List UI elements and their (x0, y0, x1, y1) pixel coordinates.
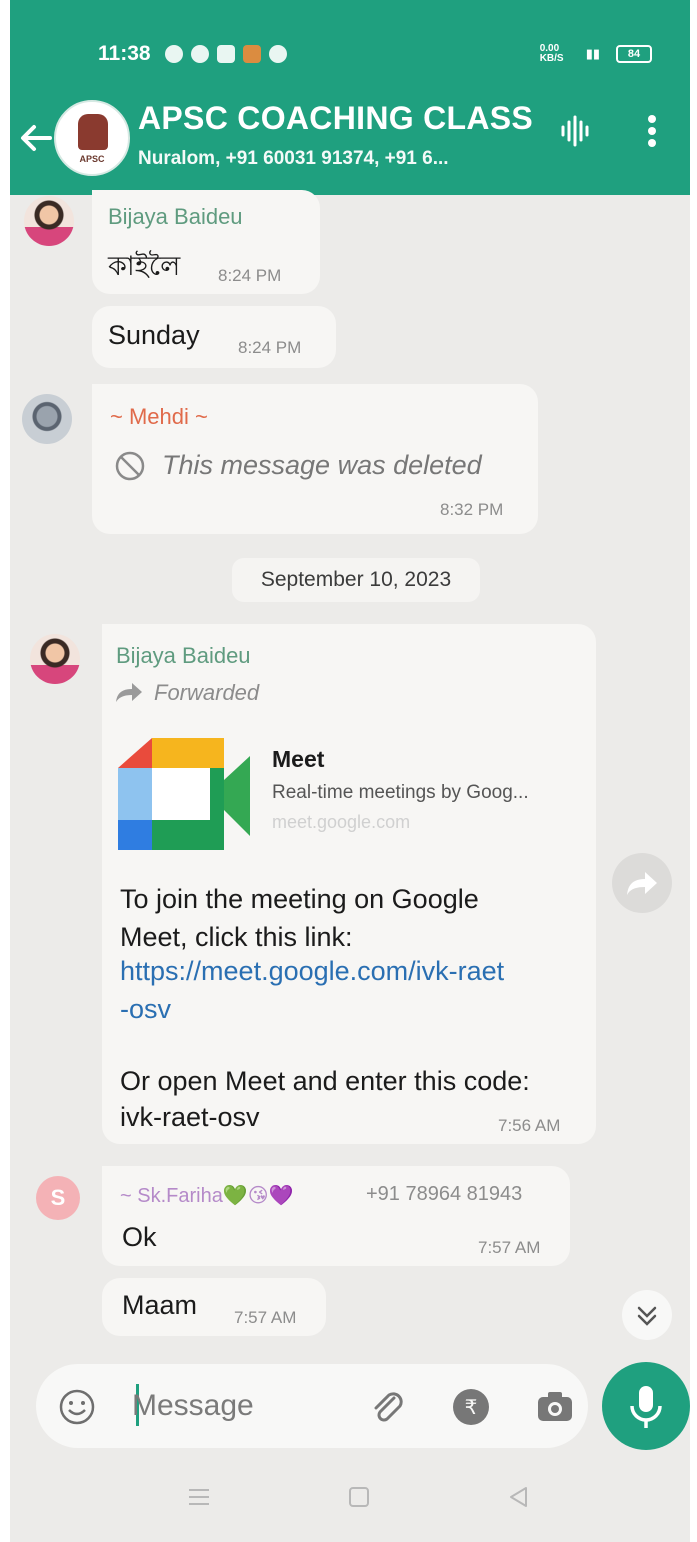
whatsapp-icon (164, 45, 183, 63)
status-time: 11:38 (98, 42, 151, 65)
message-composer: ₹ (36, 1364, 588, 1448)
message-text: ivk-raet-osv (120, 1102, 260, 1132)
recent-apps-icon[interactable] (186, 1484, 212, 1510)
message-text: Meet, click this link: (120, 922, 353, 952)
group-participants[interactable]: Nuralom, +91 60031 91374, +91 6... (138, 148, 449, 170)
message-text: Sunday (108, 320, 200, 350)
share-arrow-icon (627, 872, 657, 895)
meet-link-continued[interactable]: -osv (120, 994, 171, 1025)
blocked-icon (115, 451, 145, 481)
network-speed: 0.00 KB/S (539, 43, 564, 64)
message-time: 8:24 PM (238, 338, 302, 357)
deleted-message-text: This message was deleted (162, 450, 482, 480)
chat-screen: 11:38 0.00 KB/S ▮▮ 84 APSC APSC COACHING… (10, 0, 690, 1542)
forwarded-label: Forwarded (154, 680, 260, 705)
back-nav-icon[interactable] (506, 1484, 532, 1510)
double-chevron-down-icon (637, 1306, 657, 1326)
more-vertical-icon (648, 115, 656, 123)
home-icon[interactable] (346, 1484, 372, 1510)
message-time: 7:57 AM (478, 1238, 541, 1257)
date-divider: September 10, 2023 (232, 558, 480, 602)
arrow-left-icon (21, 125, 52, 151)
message-text: Ok (122, 1222, 157, 1252)
message-time: 8:32 PM (440, 500, 504, 519)
message-sender[interactable]: Bijaya Baideu (116, 643, 251, 669)
link-preview-title[interactable]: Meet (272, 746, 324, 773)
status-right: 0.00 KB/S ▮▮ 84 (540, 44, 652, 64)
voice-waveform-icon (561, 115, 589, 147)
youtube-icon (216, 45, 235, 63)
battery-icon: 84 (616, 45, 652, 63)
voice-message-button[interactable] (602, 1362, 690, 1450)
message-sender[interactable]: ~ Sk.Fariha💚😘💜 (120, 1183, 293, 1208)
link-preview-domain: meet.google.com (272, 812, 411, 832)
group-avatar[interactable]: APSC (54, 100, 130, 176)
voice-call-button[interactable] (558, 114, 592, 148)
group-avatar-label: APSC (79, 154, 105, 164)
avatar-bijaya[interactable] (24, 196, 74, 246)
emoji-icon[interactable] (58, 1388, 96, 1426)
message-text: Or open Meet and enter this code: (120, 1066, 530, 1096)
camera-icon[interactable] (534, 1386, 576, 1428)
microphone-icon (630, 1386, 662, 1428)
google-meet-logo[interactable] (114, 738, 250, 850)
message-time: 8:24 PM (218, 266, 282, 285)
more-options-button[interactable] (642, 112, 662, 152)
forwarded-icon (116, 683, 142, 702)
back-button[interactable] (16, 118, 56, 158)
forward-button[interactable] (612, 853, 672, 913)
avatar-bijaya[interactable] (30, 634, 80, 684)
notification-dot-icon (268, 45, 287, 63)
google-meet-icon (118, 738, 250, 850)
message-text: কাইলৈ (108, 251, 181, 281)
signal-icon: ▮▮ (585, 46, 600, 61)
meet-link[interactable]: https://meet.google.com/ivk-raet (120, 956, 504, 987)
message-sender[interactable]: ~ Mehdi ~ (110, 404, 208, 430)
app-notification-icon (242, 45, 261, 63)
message-input[interactable] (132, 1384, 372, 1428)
attachment-icon[interactable] (366, 1386, 408, 1428)
link-preview-description[interactable]: Real-time meetings by Goog... (272, 782, 529, 804)
facebook-icon (190, 45, 209, 63)
system-navigation-bar (10, 1470, 690, 1530)
notification-icons (164, 45, 287, 63)
sender-phone: +91 78964 81943 (366, 1183, 523, 1205)
battery-level: 84 (627, 48, 641, 60)
group-emblem (78, 114, 108, 150)
message-text: Maam (122, 1290, 198, 1320)
status-bar: 11:38 0.00 KB/S ▮▮ 84 (98, 38, 652, 70)
scroll-to-bottom-button[interactable] (622, 1290, 672, 1340)
avatar-mehdi[interactable] (22, 394, 72, 444)
avatar-fariha[interactable]: S (36, 1176, 80, 1220)
message-text: To join the meeting on Google (120, 884, 479, 914)
message-time: 7:56 AM (498, 1116, 561, 1135)
svg-text:₹: ₹ (465, 1395, 478, 1419)
message-time: 7:57 AM (234, 1308, 297, 1327)
rupee-payment-icon[interactable]: ₹ (450, 1386, 492, 1428)
chat-header: 11:38 0.00 KB/S ▮▮ 84 APSC APSC COACHING… (10, 0, 690, 195)
message-sender[interactable]: Bijaya Baideu (108, 204, 243, 230)
group-title[interactable]: APSC COACHING CLASS (138, 100, 533, 137)
